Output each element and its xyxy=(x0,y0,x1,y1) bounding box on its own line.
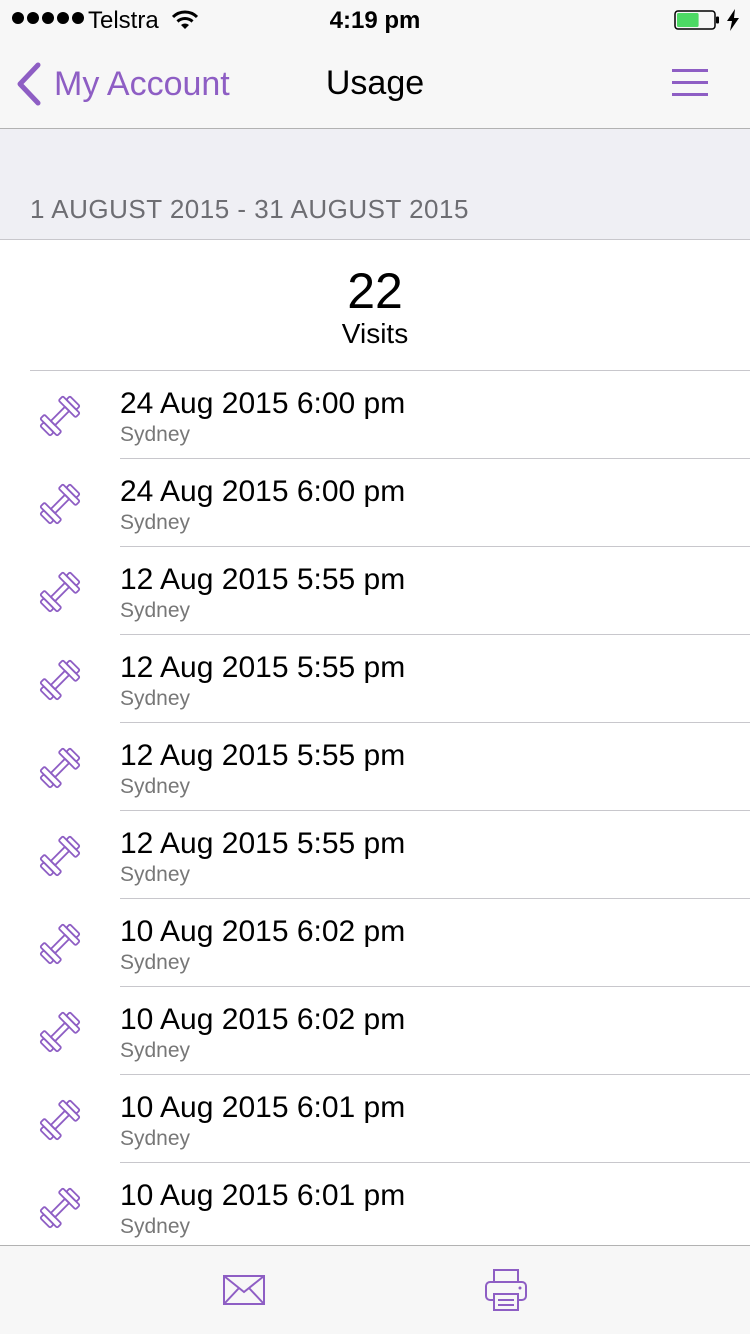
usage-screen: Telstra 4:19 pm My Account Usage 1 AUGUS… xyxy=(0,0,750,1334)
printer-icon[interactable] xyxy=(484,1268,528,1312)
bottom-toolbar xyxy=(0,1245,750,1334)
list-item[interactable]: 12 Aug 2015 5:55 pm Sydney xyxy=(0,811,750,899)
dumbbell-icon xyxy=(39,395,81,437)
dumbbell-icon xyxy=(39,659,81,701)
visit-datetime: 12 Aug 2015 5:55 pm xyxy=(120,651,406,684)
visit-datetime: 24 Aug 2015 6:00 pm xyxy=(120,387,406,420)
list-item[interactable]: 10 Aug 2015 6:01 pm Sydney xyxy=(0,1075,750,1163)
chevron-left-icon xyxy=(17,62,41,106)
visit-location: Sydney xyxy=(120,511,191,534)
list-item[interactable]: 10 Aug 2015 6:02 pm Sydney xyxy=(0,987,750,1075)
dumbbell-icon xyxy=(39,835,81,877)
visit-datetime: 10 Aug 2015 6:02 pm xyxy=(120,1003,406,1036)
list-item[interactable]: 24 Aug 2015 6:00 pm Sydney xyxy=(0,371,750,459)
visit-datetime: 10 Aug 2015 6:01 pm xyxy=(120,1091,406,1124)
list-item[interactable]: 12 Aug 2015 5:55 pm Sydney xyxy=(0,547,750,635)
battery-icon xyxy=(674,10,719,30)
period-header: 1 AUGUST 2015 - 31 AUGUST 2015 xyxy=(0,129,750,240)
dumbbell-icon xyxy=(39,1099,81,1141)
visit-location: Sydney xyxy=(120,1215,191,1238)
visit-location: Sydney xyxy=(120,863,191,886)
visit-location: Sydney xyxy=(120,951,191,974)
envelope-icon[interactable] xyxy=(222,1274,266,1306)
navigation-bar: My Account Usage xyxy=(0,40,750,129)
dumbbell-icon xyxy=(39,923,81,965)
visit-location: Sydney xyxy=(120,687,191,710)
list-item[interactable]: 10 Aug 2015 6:01 pm Sydney xyxy=(0,1163,750,1245)
visit-location: Sydney xyxy=(120,423,191,446)
dumbbell-icon xyxy=(39,571,81,613)
back-button-label: My Account xyxy=(54,64,230,103)
visit-datetime: 12 Aug 2015 5:55 pm xyxy=(120,827,406,860)
visit-location: Sydney xyxy=(120,1127,191,1150)
visit-datetime: 12 Aug 2015 5:55 pm xyxy=(120,739,406,772)
list-item[interactable]: 10 Aug 2015 6:02 pm Sydney xyxy=(0,899,750,987)
visit-count-label: Visits xyxy=(341,318,409,349)
visit-datetime: 10 Aug 2015 6:02 pm xyxy=(120,915,406,948)
hamburger-menu-icon[interactable] xyxy=(670,64,710,104)
visit-count: 22 xyxy=(347,263,403,319)
visit-datetime: 12 Aug 2015 5:55 pm xyxy=(120,563,406,596)
list-item[interactable]: 24 Aug 2015 6:00 pm Sydney xyxy=(0,459,750,547)
visit-datetime: 24 Aug 2015 6:00 pm xyxy=(120,475,406,508)
charging-bolt-icon xyxy=(727,9,739,31)
status-bar: Telstra 4:19 pm xyxy=(0,0,750,40)
period-label: 1 AUGUST 2015 - 31 AUGUST 2015 xyxy=(30,194,469,224)
dumbbell-icon xyxy=(39,747,81,789)
visits-summary: 22 Visits xyxy=(0,240,750,371)
visit-location: Sydney xyxy=(120,775,191,798)
dumbbell-icon xyxy=(39,1011,81,1053)
visit-datetime: 10 Aug 2015 6:01 pm xyxy=(120,1179,406,1212)
visit-list: 24 Aug 2015 6:00 pm Sydney 24 Aug 2015 6:0… xyxy=(0,371,750,1245)
list-item[interactable]: 12 Aug 2015 5:55 pm Sydney xyxy=(0,723,750,811)
dumbbell-icon xyxy=(39,483,81,525)
dumbbell-icon xyxy=(39,1187,81,1229)
visit-location: Sydney xyxy=(120,1039,191,1062)
list-item[interactable]: 12 Aug 2015 5:55 pm Sydney xyxy=(0,635,750,723)
back-button[interactable]: My Account xyxy=(14,40,230,128)
status-time: 4:19 pm xyxy=(329,7,421,34)
visit-location: Sydney xyxy=(120,599,191,622)
